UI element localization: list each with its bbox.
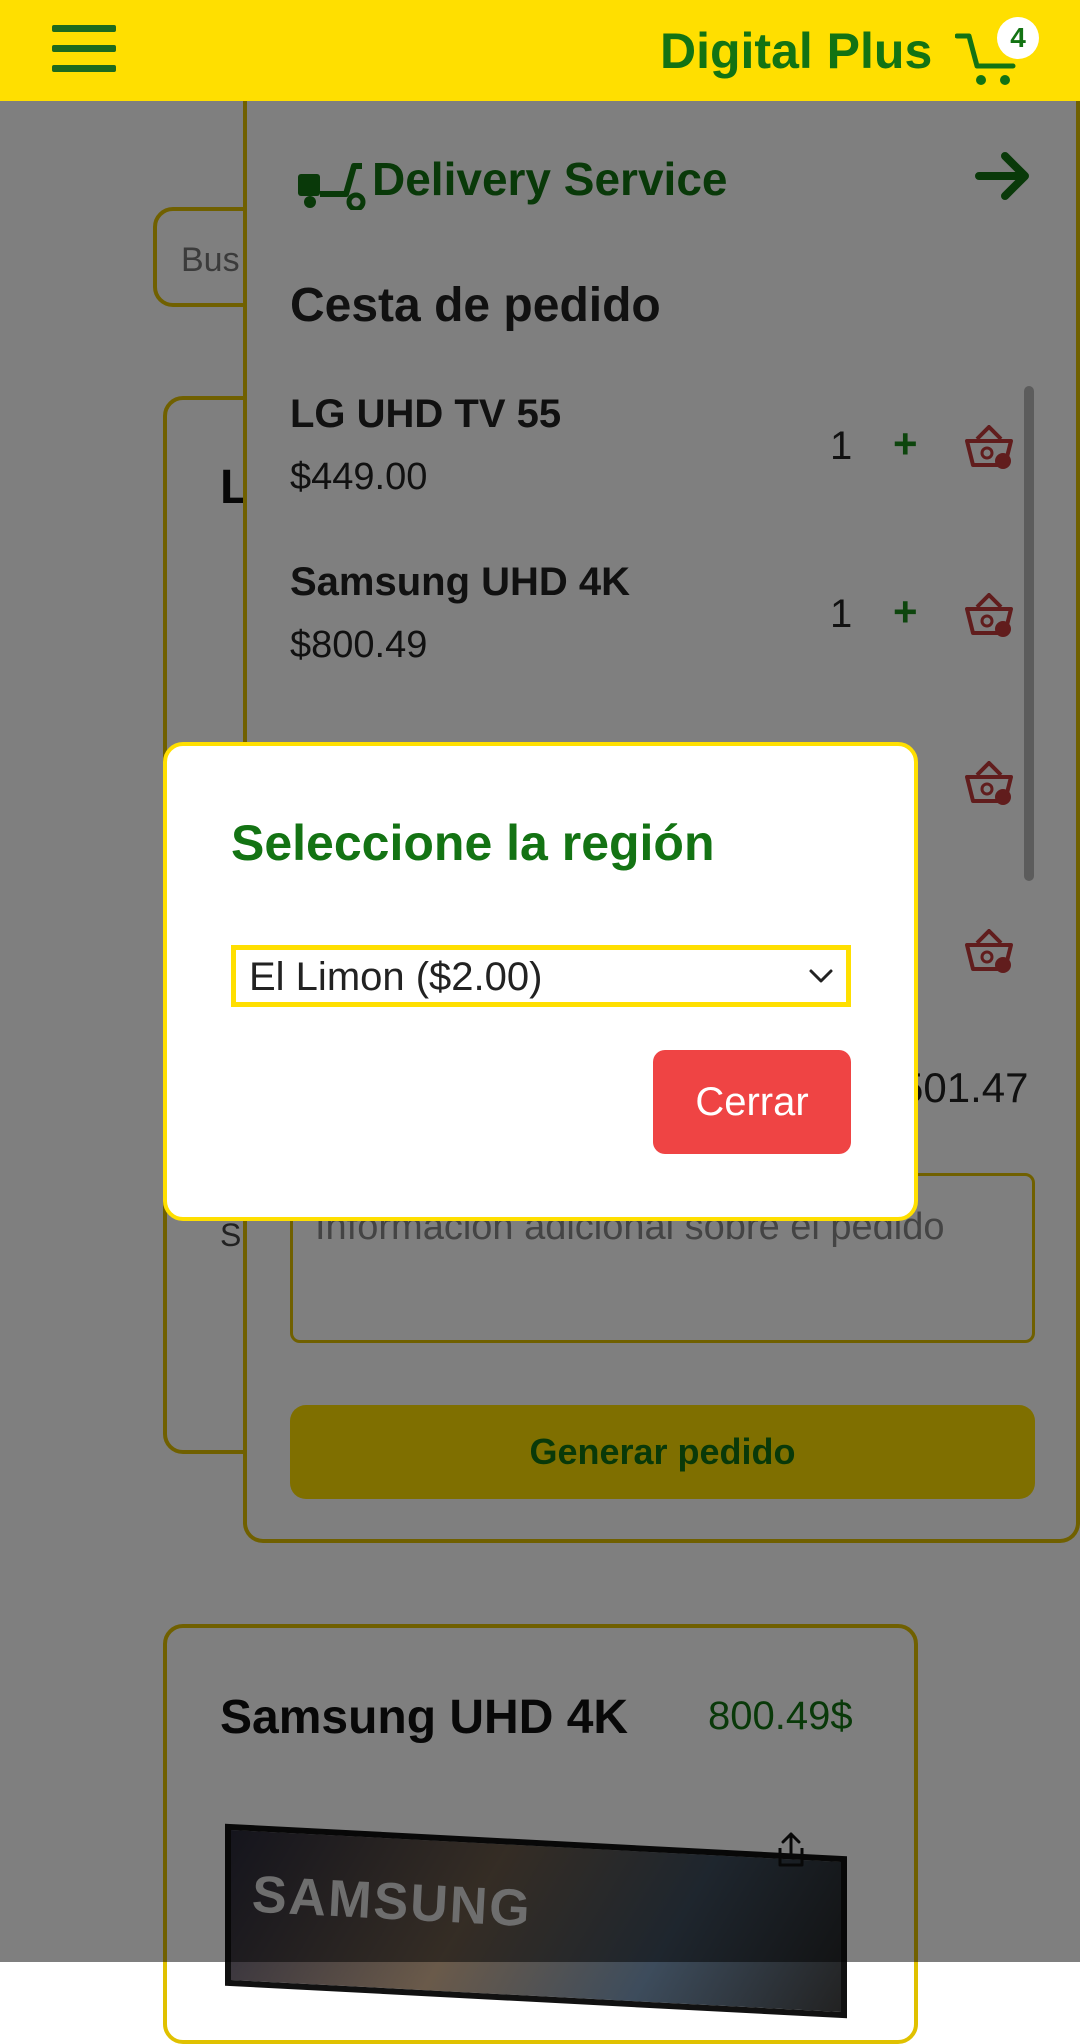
close-button[interactable]: Cerrar bbox=[653, 1050, 851, 1154]
region-selected-value: El Limon ($2.00) bbox=[249, 955, 543, 999]
cart-count-badge: 4 bbox=[997, 17, 1039, 59]
region-select[interactable]: El Limon ($2.00) bbox=[231, 945, 851, 1007]
modal-title: Seleccione la región bbox=[231, 815, 715, 871]
chevron-down-icon bbox=[809, 969, 833, 983]
brand-title: Digital Plus bbox=[660, 23, 933, 79]
hamburger-menu-icon[interactable] bbox=[52, 25, 116, 73]
